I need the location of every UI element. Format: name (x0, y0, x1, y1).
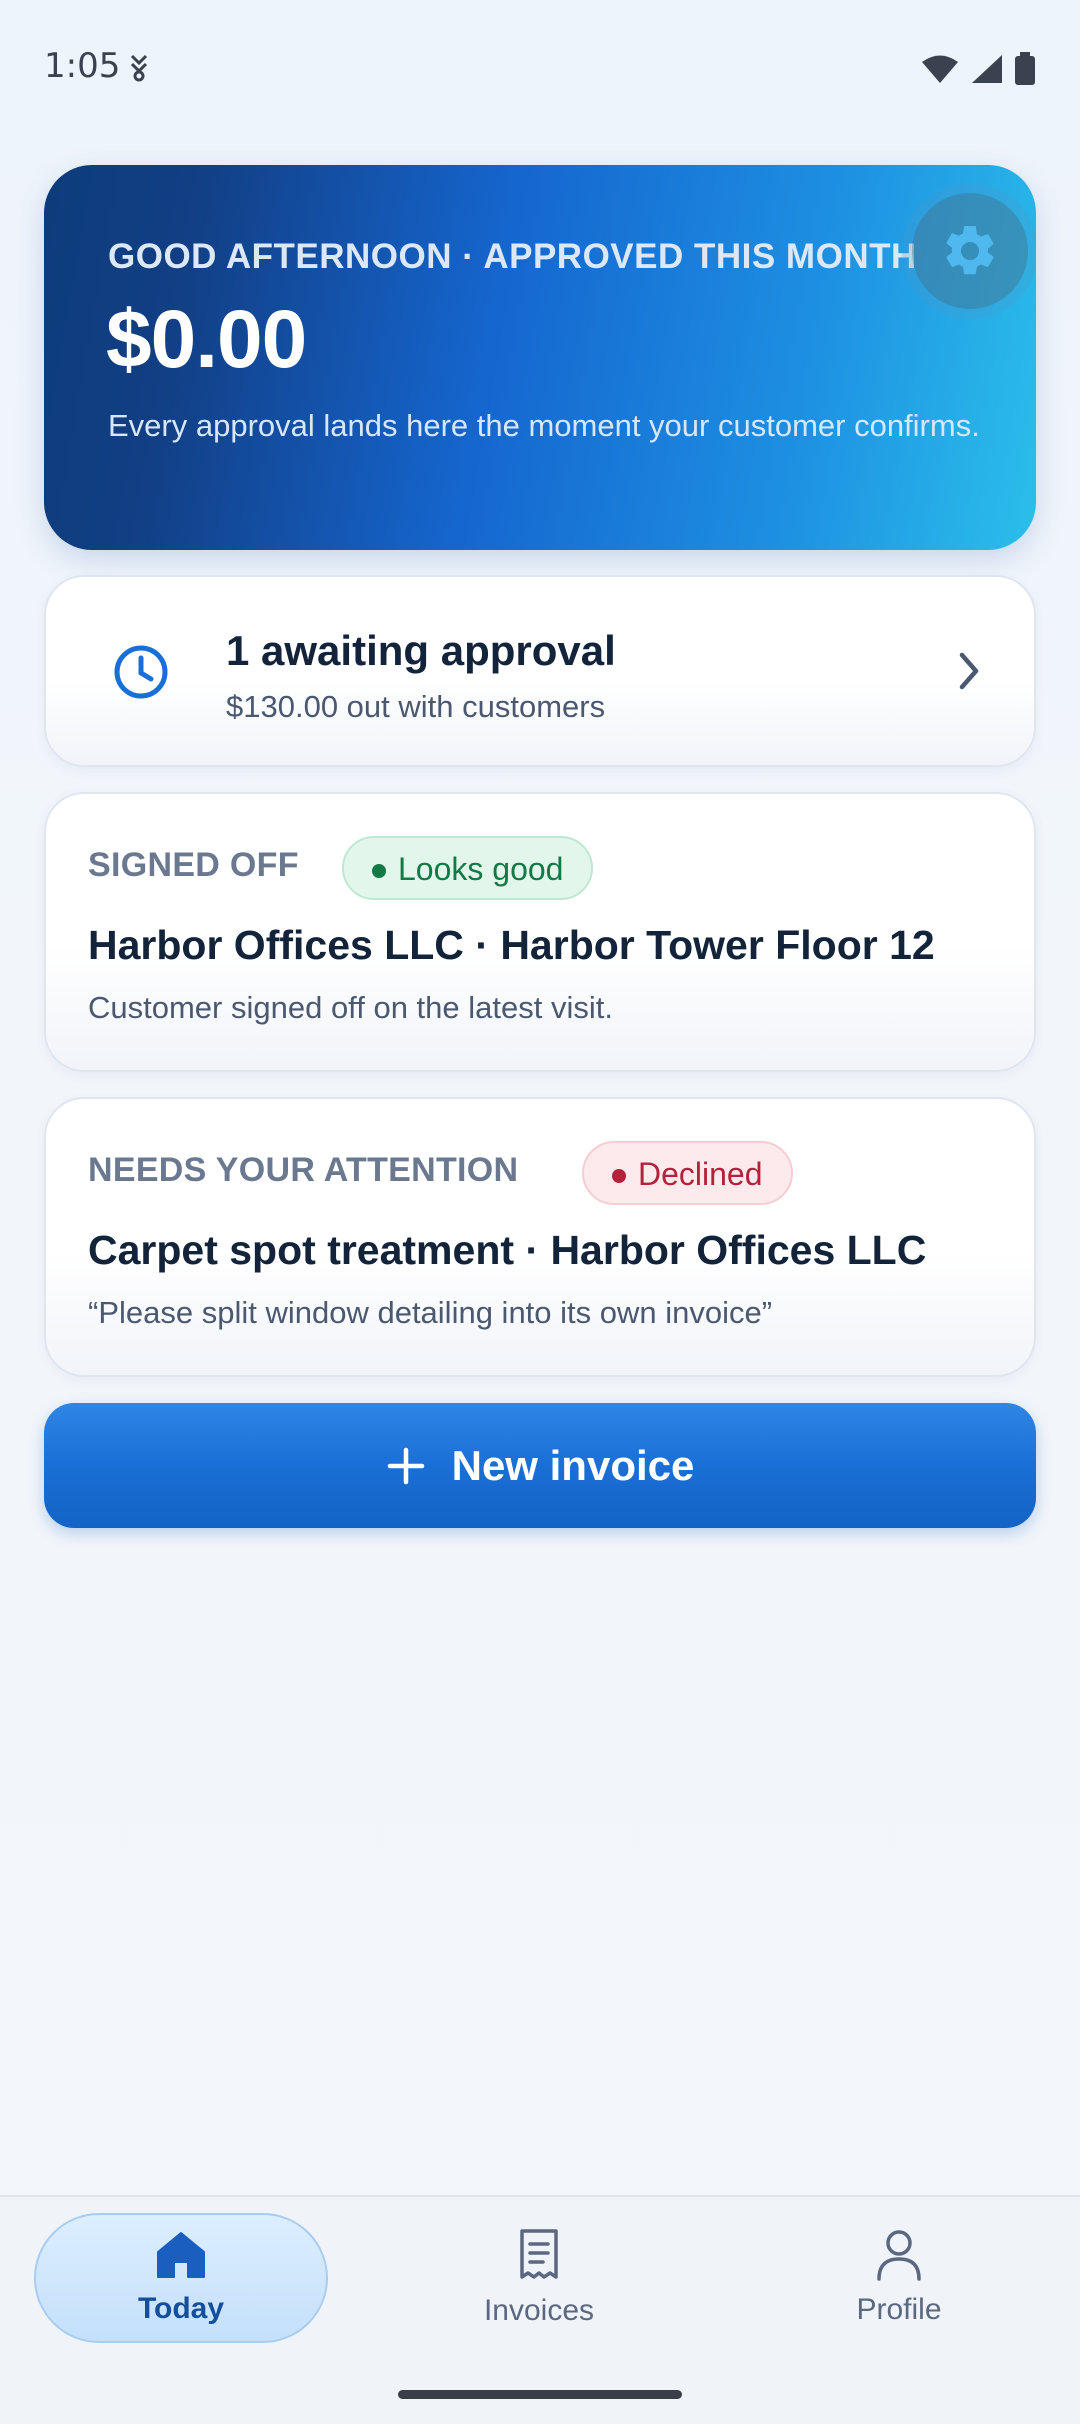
signed-off-detail: Customer signed off on the latest visit. (88, 990, 613, 1025)
new-invoice-button[interactable]: New invoice (44, 1403, 1036, 1528)
nav-label-invoices: Invoices (483, 2294, 595, 2327)
nav-item-invoices[interactable]: Invoices (392, 2213, 686, 2343)
declined-badge: Declined (582, 1141, 793, 1205)
chevron-right-icon (954, 649, 984, 698)
status-time: 1:05 (44, 46, 121, 86)
signed-off-card[interactable]: SIGNED OFF Looks good Harbor Offices LLC… (44, 792, 1036, 1072)
needs-attention-detail: “Please split window detailing into its … (88, 1295, 773, 1330)
needs-attention-eyebrow: NEEDS YOUR ATTENTION (88, 1151, 519, 1189)
nav-label-today: Today (137, 2292, 225, 2325)
approved-this-month-card: GOOD AFTERNOON · APPROVED THIS MONTH $0.… (44, 165, 1036, 550)
battery-icon (1015, 52, 1035, 85)
hero-description: Every approval lands here the moment you… (108, 408, 980, 443)
plus-icon (387, 1447, 424, 1484)
nav-label-profile: Profile (856, 2293, 942, 2326)
person-icon (877, 2230, 921, 2281)
new-invoice-label: New invoice (451, 1441, 695, 1489)
today-screen: 1:05 GOOD AFTERNOON · APPROVED THIS MONT… (0, 0, 1080, 2424)
receipt-icon (520, 2229, 558, 2279)
signed-off-eyebrow: SIGNED OFF (88, 846, 299, 884)
approved-amount: $0.00 (106, 294, 307, 385)
status-icons (920, 52, 1036, 86)
needs-attention-headline: Carpet spot treatment · Harbor Offices L… (88, 1227, 927, 1273)
wifi-icon (922, 55, 958, 83)
clock-icon (112, 643, 170, 706)
signed-off-headline: Harbor Offices LLC · Harbor Tower Floor … (88, 922, 935, 968)
awaiting-subtitle: $130.00 out with customers (226, 689, 606, 724)
nav-item-today[interactable]: Today (34, 2213, 328, 2343)
gear-icon (946, 225, 994, 275)
signal-icon (972, 55, 1002, 83)
awaiting-approval-card[interactable]: 1 awaiting approval $130.00 out with cus… (44, 575, 1036, 767)
home-indicator[interactable] (398, 2390, 682, 2399)
needs-attention-card[interactable]: NEEDS YOUR ATTENTION Declined Carpet spo… (44, 1097, 1036, 1377)
hero-eyebrow: GOOD AFTERNOON · APPROVED THIS MONTH (108, 237, 917, 276)
nav-item-profile[interactable]: Profile (752, 2213, 1046, 2343)
settings-button[interactable] (912, 193, 1028, 309)
status-bar: 1:05 (0, 0, 1080, 140)
home-icon (157, 2232, 205, 2278)
sync-icon (128, 52, 150, 87)
looks-good-badge: Looks good (342, 836, 594, 900)
awaiting-title: 1 awaiting approval (226, 627, 616, 674)
